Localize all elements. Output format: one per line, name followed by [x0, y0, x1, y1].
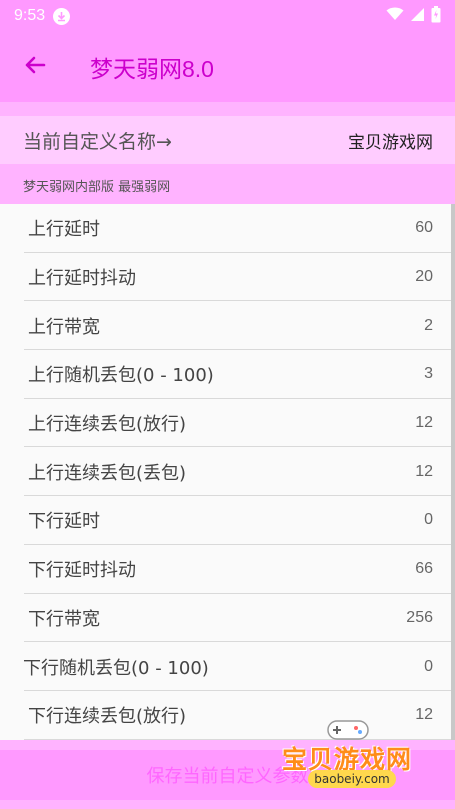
scrollbar[interactable]: [451, 204, 455, 740]
page-title: 梦天弱网8.0: [90, 56, 214, 82]
setting-row[interactable]: 上行连续丢包(丢包) 12: [0, 447, 455, 496]
wifi-icon: [386, 7, 404, 25]
setting-label: 下行延时: [28, 511, 100, 533]
setting-value: 20: [415, 268, 433, 286]
custom-name-label: 当前自定义名称→: [23, 130, 172, 153]
group-header: 梦天弱网内部版 最强弱网: [23, 179, 171, 195]
setting-value: 66: [415, 560, 433, 578]
setting-label: 上行连续丢包(放行): [28, 414, 187, 436]
setting-value: 3: [424, 365, 433, 383]
setting-label: 下行带宽: [28, 608, 100, 630]
setting-row[interactable]: 上行随机丢包(0 - 100) 3: [0, 350, 455, 399]
setting-label: 下行连续丢包(放行): [28, 706, 187, 728]
status-time: 9:53: [14, 7, 46, 24]
custom-name-value: 宝贝游戏网: [348, 132, 433, 153]
watermark-url: baobeiy.com: [308, 770, 396, 788]
watermark-logo: 宝贝游戏网 baobeiy.com: [282, 716, 432, 792]
setting-label: 下行延时抖动: [28, 560, 136, 582]
setting-label: 下行随机丢包(0 - 100): [23, 657, 209, 679]
custom-name-preference[interactable]: 当前自定义名称→ 宝贝游戏网: [0, 116, 455, 164]
setting-row[interactable]: 上行连续丢包(放行) 12: [0, 399, 455, 448]
setting-value: 0: [424, 511, 433, 529]
setting-row[interactable]: 下行延时 0: [0, 496, 455, 545]
signal-icon: [410, 7, 425, 26]
setting-value: 256: [406, 608, 433, 626]
setting-value: 0: [424, 657, 433, 675]
setting-value: 12: [415, 414, 433, 432]
download-icon: [53, 7, 71, 25]
setting-label: 上行随机丢包(0 - 100): [28, 365, 214, 387]
setting-row[interactable]: 下行带宽 256: [0, 594, 455, 643]
setting-value: 2: [424, 316, 433, 334]
setting-label: 上行延时: [28, 219, 100, 241]
setting-row[interactable]: 上行延时 60: [0, 204, 455, 253]
toolbar: 梦天弱网8.0: [0, 32, 455, 102]
battery-icon: [431, 5, 441, 27]
setting-label: 上行带宽: [28, 316, 100, 338]
setting-row[interactable]: 下行延时抖动 66: [0, 545, 455, 594]
setting-row[interactable]: 上行延时抖动 20: [0, 253, 455, 302]
settings-list[interactable]: 上行延时 60 上行延时抖动 20 上行带宽 2 上行随机丢包(0 - 100)…: [0, 204, 455, 740]
arrow-left-icon: [23, 53, 47, 81]
setting-value: 12: [415, 462, 433, 480]
status-bar: 9:53: [0, 0, 455, 32]
setting-value: 60: [415, 219, 433, 237]
back-button[interactable]: [0, 32, 70, 102]
setting-label: 上行连续丢包(丢包): [28, 462, 187, 484]
setting-row[interactable]: 上行带宽 2: [0, 301, 455, 350]
setting-label: 上行延时抖动: [28, 268, 136, 290]
setting-row[interactable]: 下行随机丢包(0 - 100) 0: [0, 642, 455, 691]
